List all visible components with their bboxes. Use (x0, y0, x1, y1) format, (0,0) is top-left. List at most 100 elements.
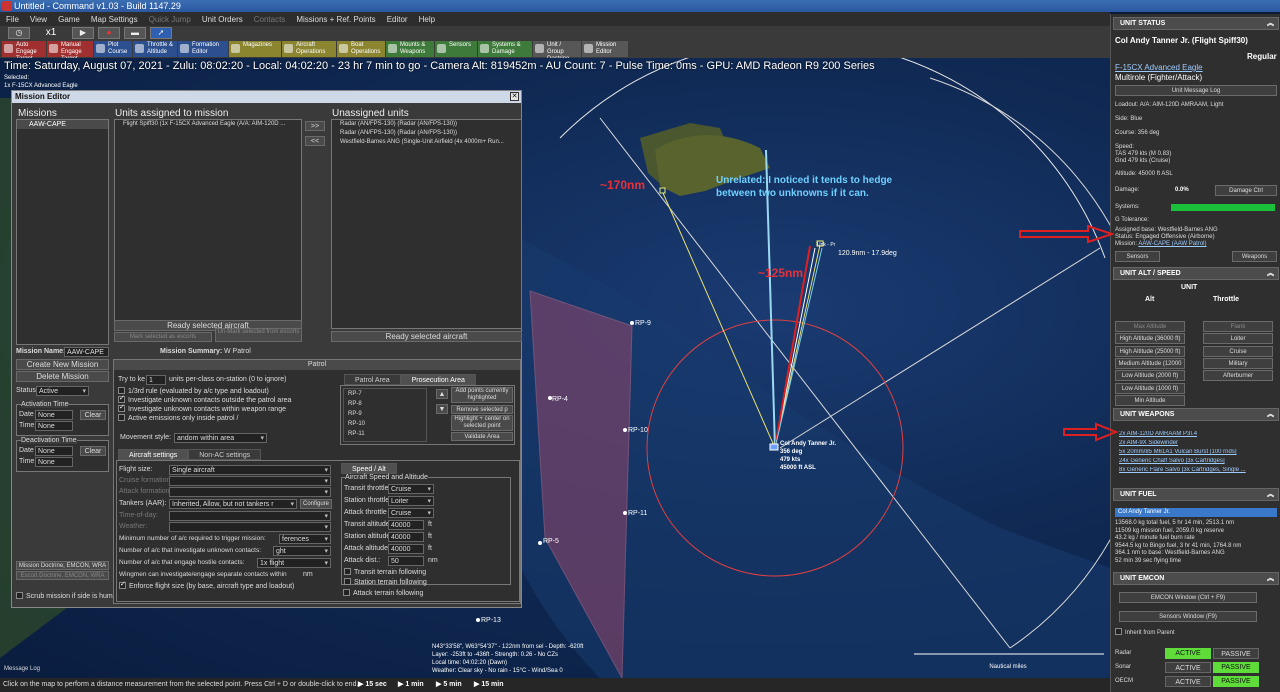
pointer-icon[interactable]: ➚ (150, 27, 172, 39)
fuel-header[interactable]: UNIT FUEL ︽ (1113, 488, 1279, 501)
unit-message-log-button[interactable]: Unit Message Log (1115, 85, 1277, 96)
checkbox[interactable] (118, 394, 125, 403)
flight-size-select[interactable]: Single aircraft (169, 465, 331, 475)
activation-time-input[interactable]: None (35, 421, 73, 431)
toolbar-button-throttle-altitude[interactable]: Throttle & Altitude (133, 41, 177, 57)
weapons-header[interactable]: UNIT WEAPONS ︽ (1113, 408, 1279, 421)
emcon-header[interactable]: UNIT EMCON ︽ (1113, 572, 1279, 585)
step-1min[interactable]: ▶ 1 min (398, 678, 424, 692)
toolbar-button-sensors[interactable]: Sensors (435, 41, 477, 57)
altitude-button[interactable]: Low Altitude (1000 ft) (1115, 382, 1185, 394)
scrub-option[interactable]: Scrub mission if side is human (16, 592, 121, 600)
sensors-window-button[interactable]: Sensors Window (F9) (1119, 611, 1257, 622)
close-icon[interactable]: ✕ (510, 92, 519, 101)
menu-map-settings[interactable]: Map Settings (91, 15, 138, 24)
enforce-option[interactable]: Enforce flight size (by base, aircraft t… (119, 580, 294, 590)
rp-item[interactable]: RP-9 (344, 409, 426, 419)
toolbar-button-aircraft-operations[interactable]: Aircraft Operations (282, 41, 336, 57)
toolbar-button-systems-damage[interactable]: Systems & Damage (478, 41, 532, 57)
deactivation-date-input[interactable]: None (35, 446, 73, 456)
throttle-button[interactable]: Military (1203, 357, 1273, 369)
toolbar-button-unit-group-doctrine[interactable]: Unit / Group Doctrine (533, 41, 581, 62)
station-alt-input[interactable]: 40000 (388, 532, 424, 542)
emcon-sonar-active-button[interactable]: ACTIVE (1165, 662, 1211, 673)
unassigned-item[interactable]: Radar (AN/FPS-130) (Radar (AN/FPS-130)) (332, 129, 521, 138)
message-log-tab[interactable]: Message Log (4, 666, 40, 672)
patrol-check-option[interactable]: 1/3rd rule (evaluated by a/c type and lo… (118, 387, 291, 396)
tab-aircraft-settings[interactable]: Aircraft settings (118, 449, 189, 460)
altitude-button[interactable]: Low Altitude (2000 ft) (1115, 370, 1185, 382)
attack-alt-input[interactable]: 40000 (388, 544, 424, 554)
step-5min[interactable]: ▶ 5 min (436, 678, 462, 692)
rp-item[interactable]: RP-10 (344, 419, 426, 429)
menu-quick-jump[interactable]: Quick Jump (149, 15, 191, 24)
weapon-item-link[interactable]: 24x Generic Chaff Salvo [3x Cartridges] (1119, 458, 1225, 465)
alt-speed-header[interactable]: UNIT ALT / SPEED ︽ (1113, 267, 1279, 280)
menu-help[interactable]: Help (419, 15, 435, 24)
tab-patrol-area[interactable]: Patrol Area (344, 374, 401, 385)
weapon-item-link[interactable]: 5x 20mm/85 M61A1 Vulcan Burst [100 rnds] (1119, 449, 1237, 456)
toolbar-button-magazines[interactable]: Magazines (229, 41, 281, 57)
menu-unit-orders[interactable]: Unit Orders (202, 15, 243, 24)
altitude-button[interactable]: Max Altitude (1115, 321, 1185, 332)
collapse-icon[interactable]: ︽ (1267, 18, 1274, 30)
play-icon[interactable]: ▶ (72, 27, 94, 39)
menu-missions[interactable]: Missions + Ref. Points (296, 15, 375, 24)
move-up-icon[interactable]: ▲ (436, 389, 448, 399)
collapse-icon[interactable]: ︽ (1267, 409, 1274, 421)
checkbox[interactable] (118, 403, 125, 412)
deactivation-time-input[interactable]: None (35, 457, 73, 467)
checkbox[interactable] (118, 387, 125, 394)
checkbox[interactable] (118, 414, 125, 421)
tab-speed-alt[interactable]: Speed / Alt (341, 463, 397, 474)
step-15min[interactable]: ▶ 15 min (474, 678, 504, 692)
toolbar-button-manual-engage-target[interactable]: Manual Engage Target (47, 41, 93, 62)
weapon-item-link[interactable]: 2x AIM-120D AMRAAM P3I.4 (1119, 431, 1197, 438)
patrol-check-option[interactable]: Active emissions only inside patrol / (118, 414, 291, 423)
transit-terrain-option[interactable]: Transit terrain following (344, 568, 426, 576)
throttle-button[interactable]: Loiter (1203, 333, 1273, 345)
patrol-check-option[interactable]: Investigate unknown contacts outside the… (118, 394, 291, 405)
step-15sec[interactable]: ▶ 15 sec (358, 678, 387, 692)
menu-contacts[interactable]: Contacts (254, 15, 286, 24)
escort-doctrine-button[interactable]: Escort Doctrine, EMCON, WRA (16, 571, 109, 580)
clock-icon[interactable]: ◷ (8, 27, 30, 39)
toolbar-button-boat-operations[interactable]: Boat Operations (337, 41, 385, 57)
ready-unassigned-button[interactable]: Ready selected aircraft (331, 331, 522, 342)
unit-mission-link[interactable]: AAW-CAPE (AAW Patrol) (1138, 241, 1206, 247)
altitude-button[interactable]: Min Altitude (1115, 394, 1185, 406)
remove-points-button[interactable]: Remove selected p (451, 405, 513, 414)
missions-list[interactable]: AAW-CAPE (16, 119, 109, 345)
assigned-list[interactable]: Flight Spiff30 (1x F-15CX Advanced Eagle… (114, 119, 302, 326)
station-throttle-select[interactable]: Loiter (388, 496, 434, 506)
fuel-selected-unit[interactable]: Col Andy Tanner Jr. (1115, 508, 1277, 517)
activation-clear-button[interactable]: Clear (80, 410, 106, 420)
mission-item[interactable]: AAW-CAPE (17, 120, 108, 129)
highlight-center-button[interactable]: Highlight + center on selected point (451, 415, 513, 431)
throttle-button[interactable]: Afterburner (1203, 370, 1273, 382)
mark-escorts-button[interactable]: Mark selected as escorts (114, 332, 212, 342)
terminal-icon[interactable]: ▬ (124, 27, 146, 39)
cruise-formation-select[interactable] (169, 476, 331, 486)
tankers-select[interactable]: Inherited, Allow, but not tankers r (169, 499, 297, 509)
rp-list[interactable]: RP-7 RP-8 RP-9 RP-10 RP-11 (343, 388, 427, 442)
emcon-radar-passive-button[interactable]: PASSIVE (1213, 648, 1259, 659)
emcon-radar-active-button[interactable]: ACTIVE (1165, 648, 1211, 659)
time-of-day-select[interactable] (169, 511, 331, 521)
weather-select[interactable] (169, 522, 331, 532)
altitude-button[interactable]: High Altitude (25000 ft) (1115, 345, 1185, 357)
emcon-window-button[interactable]: EMCON Window (Ctrl + F9) (1119, 592, 1257, 603)
altitude-button[interactable]: High Altitude (36000 ft) (1115, 333, 1185, 345)
emcon-sonar-passive-button[interactable]: PASSIVE (1213, 662, 1259, 673)
tab-prosecution-area[interactable]: Prosecution Area (400, 374, 476, 385)
activation-date-input[interactable]: None (35, 410, 73, 420)
altitude-button[interactable]: Medium Altitude (12000 (1115, 357, 1185, 369)
attack-dist-input[interactable]: 50 (388, 556, 424, 566)
configure-button[interactable]: Configure (300, 499, 332, 509)
create-mission-button[interactable]: Create New Mission (16, 359, 109, 370)
engage-select[interactable]: 1x flight (257, 558, 331, 568)
move-down-icon[interactable]: ▼ (436, 404, 448, 414)
try-keep-input[interactable]: 1 (146, 375, 166, 385)
status-select[interactable]: Active (36, 386, 89, 396)
mission-name-input[interactable]: AAW-CAPE (64, 347, 109, 357)
